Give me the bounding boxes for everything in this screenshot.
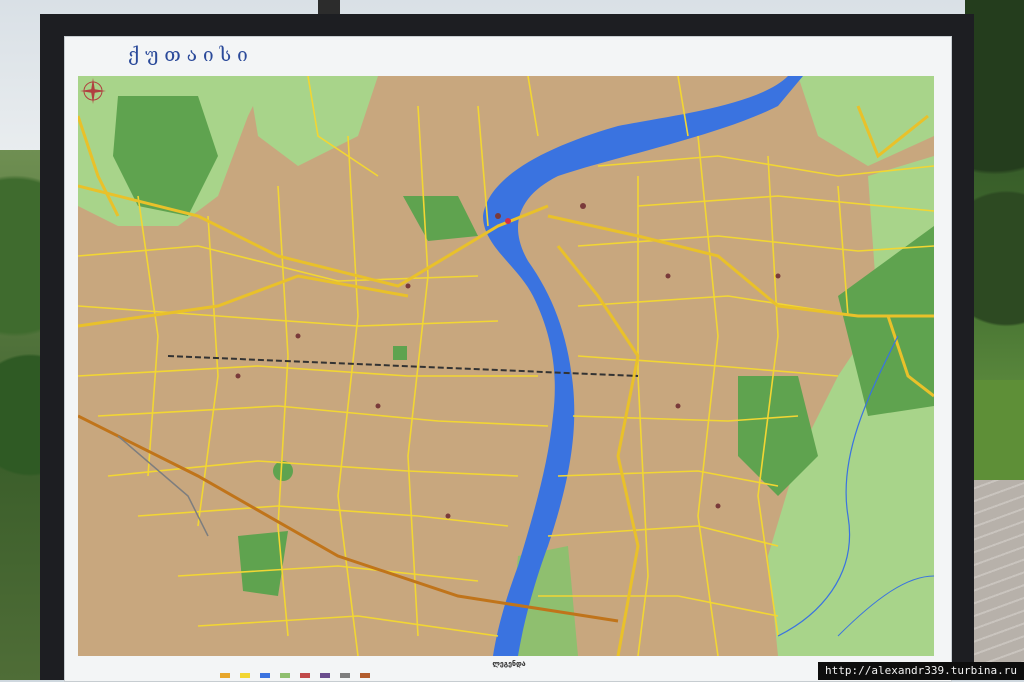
legend-item	[260, 670, 270, 680]
legend-swatch	[280, 672, 290, 678]
legend-item	[280, 670, 290, 680]
small-park	[273, 461, 293, 481]
small-square	[393, 346, 407, 360]
legend-item	[220, 670, 230, 680]
watermark-url: http://alexandr339.turbina.ru	[818, 662, 1024, 680]
legend-item	[320, 670, 330, 680]
legend-item	[300, 670, 310, 680]
map-legend: ლეგენდა	[220, 660, 820, 680]
legend-item	[240, 670, 250, 680]
map-drawing	[78, 76, 934, 656]
legend-item	[360, 670, 370, 680]
legend-swatch	[220, 672, 230, 678]
legend-item	[340, 670, 350, 680]
map-title: ქუთაისი	[128, 44, 254, 66]
legend-swatch	[300, 672, 310, 678]
compass-rose-icon	[80, 78, 106, 104]
city-map[interactable]	[78, 76, 934, 656]
legend-swatch	[240, 672, 250, 678]
legend-title: ლეგენდა	[492, 660, 526, 668]
legend-swatch	[260, 672, 270, 678]
legend-swatch	[360, 672, 370, 678]
legend-swatch	[320, 672, 330, 678]
legend-swatch	[340, 672, 350, 678]
legend-items	[220, 670, 820, 680]
